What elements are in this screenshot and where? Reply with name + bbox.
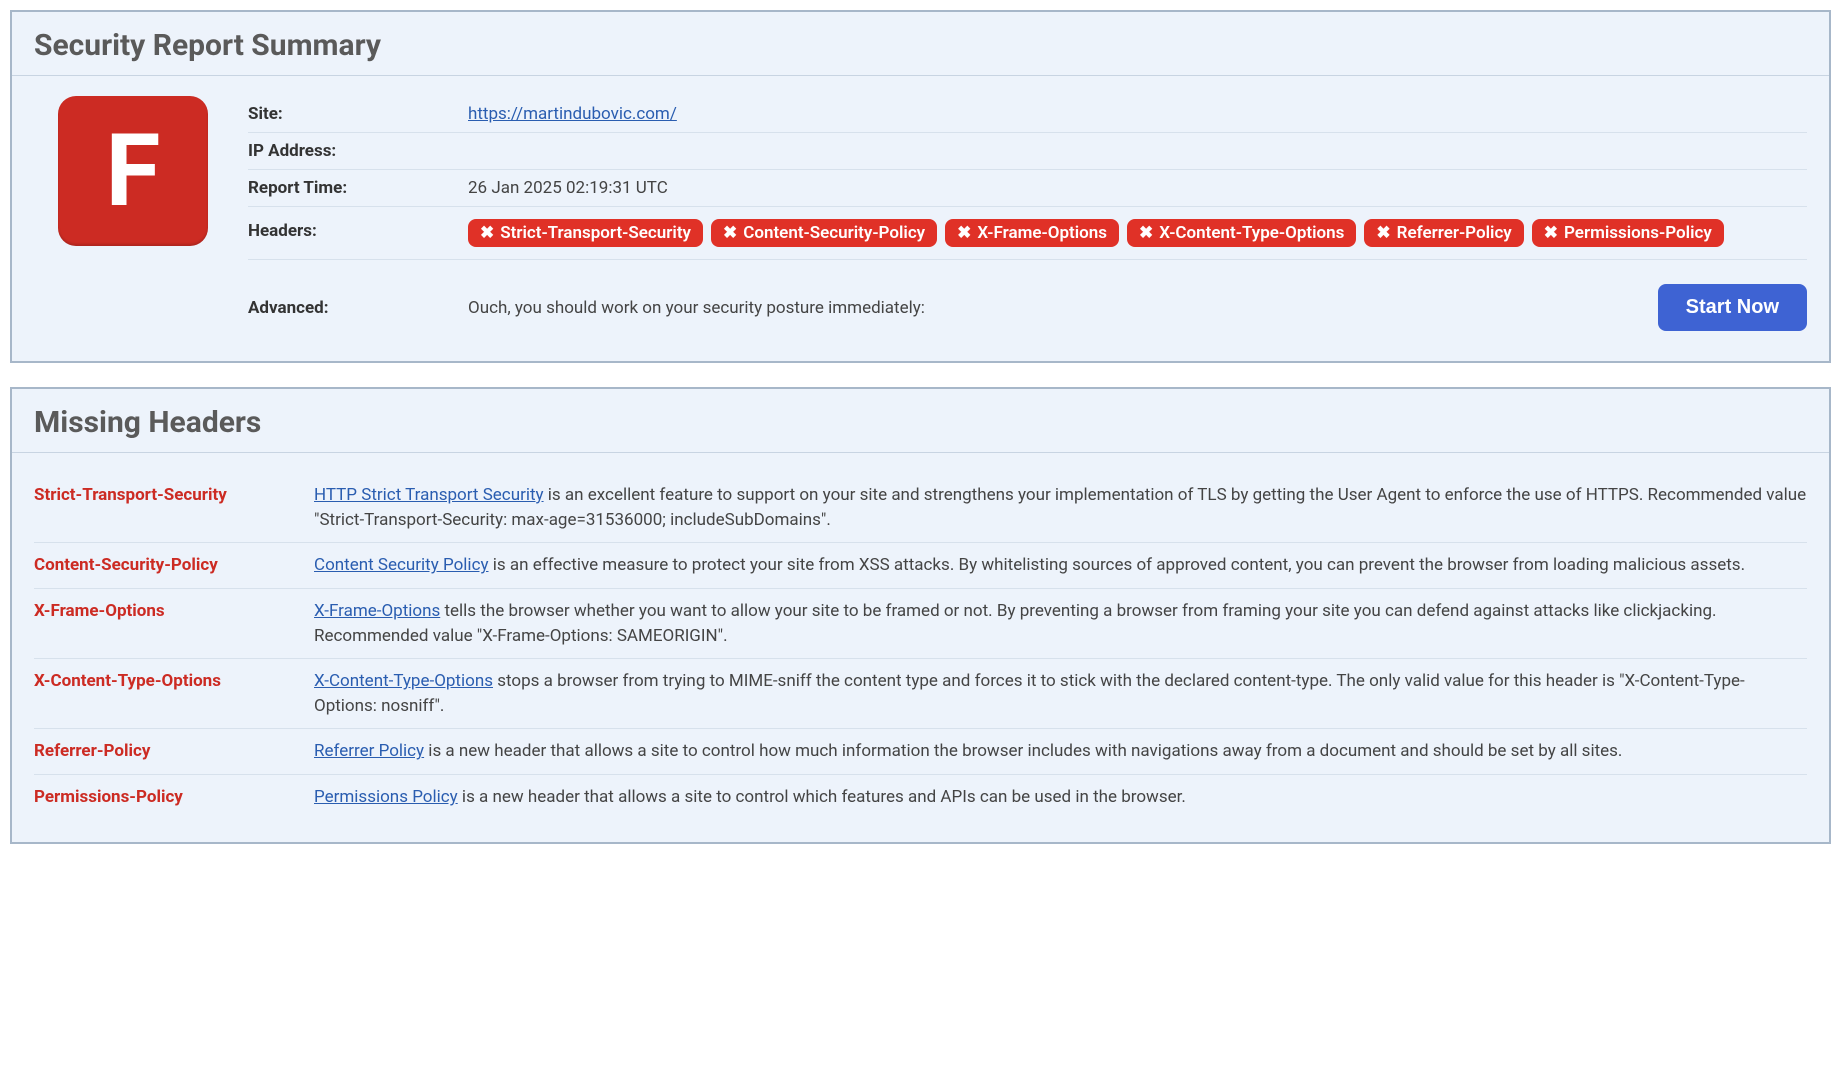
summary-row-advanced: Advanced: Ouch, you should work on your … bbox=[248, 260, 1807, 339]
report-time-label: Report Time: bbox=[248, 178, 468, 198]
summary-table: Site: https://martindubovic.com/ IP Addr… bbox=[248, 96, 1807, 339]
start-now-button[interactable]: Start Now bbox=[1658, 284, 1807, 331]
missing-header-link[interactable]: X-Content-Type-Options bbox=[314, 671, 493, 691]
header-pill[interactable]: ✖ X-Content-Type-Options bbox=[1127, 219, 1356, 247]
advanced-text: Ouch, you should work on your security p… bbox=[468, 298, 1658, 318]
missing-header-desc-text: is a new header that allows a site to co… bbox=[458, 787, 1186, 807]
header-pill-label: X-Frame-Options bbox=[977, 223, 1107, 243]
missing-header-row: Content-Security-PolicyContent Security … bbox=[34, 543, 1807, 589]
missing-header-row: Referrer-PolicyReferrer Policy is a new … bbox=[34, 729, 1807, 775]
x-icon: ✖ bbox=[1544, 223, 1558, 243]
missing-header-desc: Content Security Policy is an effective … bbox=[314, 553, 1807, 578]
summary-panel-header: Security Report Summary bbox=[12, 12, 1829, 75]
missing-header-desc: X-Frame-Options tells the browser whethe… bbox=[314, 599, 1807, 648]
missing-header-desc-text: is a new header that allows a site to co… bbox=[424, 741, 1622, 761]
x-icon: ✖ bbox=[1376, 223, 1390, 243]
missing-header-desc-text: is an effective measure to protect your … bbox=[489, 555, 1746, 575]
header-pill[interactable]: ✖ Strict-Transport-Security bbox=[468, 219, 703, 247]
header-pill[interactable]: ✖ Content-Security-Policy bbox=[711, 219, 937, 247]
missing-header-link[interactable]: Referrer Policy bbox=[314, 741, 424, 761]
ip-label: IP Address: bbox=[248, 141, 468, 161]
header-pill-label: Permissions-Policy bbox=[1564, 223, 1712, 243]
headers-label: Headers: bbox=[248, 215, 468, 241]
header-pill[interactable]: ✖ Referrer-Policy bbox=[1364, 219, 1523, 247]
missing-header-link[interactable]: X-Frame-Options bbox=[314, 601, 440, 621]
x-icon: ✖ bbox=[480, 223, 494, 243]
summary-row-site: Site: https://martindubovic.com/ bbox=[248, 96, 1807, 133]
missing-headers-panel: Missing Headers Strict-Transport-Securit… bbox=[10, 387, 1831, 844]
missing-header-desc: X-Content-Type-Options stops a browser f… bbox=[314, 669, 1807, 718]
missing-header-link[interactable]: Content Security Policy bbox=[314, 555, 489, 575]
missing-header-link[interactable]: Permissions Policy bbox=[314, 787, 458, 807]
missing-header-row: Permissions-PolicyPermissions Policy is … bbox=[34, 775, 1807, 820]
missing-header-name: X-Frame-Options bbox=[34, 599, 314, 648]
missing-header-desc: HTTP Strict Transport Security is an exc… bbox=[314, 483, 1807, 532]
missing-header-row: X-Frame-OptionsX-Frame-Options tells the… bbox=[34, 589, 1807, 659]
header-pill[interactable]: ✖ Permissions-Policy bbox=[1532, 219, 1724, 247]
header-pill-label: Strict-Transport-Security bbox=[500, 223, 691, 243]
header-pill[interactable]: ✖ X-Frame-Options bbox=[945, 219, 1119, 247]
summary-row-headers: Headers: ✖ Strict-Transport-Security ✖ Cont… bbox=[248, 207, 1807, 260]
missing-header-desc: Permissions Policy is a new header that … bbox=[314, 785, 1807, 810]
summary-panel: Security Report Summary F Site: https://… bbox=[10, 10, 1831, 363]
missing-header-name: X-Content-Type-Options bbox=[34, 669, 314, 718]
report-time-value: 26 Jan 2025 02:19:31 UTC bbox=[468, 178, 1807, 198]
grade-badge: F bbox=[58, 96, 208, 246]
missing-headers-title: Missing Headers bbox=[34, 405, 1807, 440]
site-link[interactable]: https://martindubovic.com/ bbox=[468, 104, 677, 124]
summary-row-report-time: Report Time: 26 Jan 2025 02:19:31 UTC bbox=[248, 170, 1807, 207]
header-pill-label: Content-Security-Policy bbox=[743, 223, 925, 243]
advanced-label: Advanced: bbox=[248, 298, 468, 318]
x-icon: ✖ bbox=[723, 223, 737, 243]
site-label: Site: bbox=[248, 104, 468, 124]
missing-headers-panel-header: Missing Headers bbox=[12, 389, 1829, 452]
missing-header-desc: Referrer Policy is a new header that all… bbox=[314, 739, 1807, 764]
header-pill-label: Referrer-Policy bbox=[1397, 223, 1512, 243]
missing-headers-table: Strict-Transport-SecurityHTTP Strict Tra… bbox=[34, 473, 1807, 820]
missing-header-row: X-Content-Type-OptionsX-Content-Type-Opt… bbox=[34, 659, 1807, 729]
header-pills-container: ✖ Strict-Transport-Security ✖ Content-Secur… bbox=[468, 215, 1807, 251]
header-pill-label: X-Content-Type-Options bbox=[1159, 223, 1344, 243]
summary-title: Security Report Summary bbox=[34, 28, 1807, 63]
missing-header-desc-text: tells the browser whether you want to al… bbox=[314, 601, 1717, 646]
site-value: https://martindubovic.com/ bbox=[468, 104, 1807, 124]
x-icon: ✖ bbox=[1139, 223, 1153, 243]
summary-row-ip: IP Address: bbox=[248, 133, 1807, 170]
missing-header-link[interactable]: HTTP Strict Transport Security bbox=[314, 485, 544, 505]
x-icon: ✖ bbox=[957, 223, 971, 243]
missing-header-name: Referrer-Policy bbox=[34, 739, 314, 764]
missing-header-name: Permissions-Policy bbox=[34, 785, 314, 810]
missing-headers-panel-body: Strict-Transport-SecurityHTTP Strict Tra… bbox=[12, 452, 1829, 842]
missing-header-name: Strict-Transport-Security bbox=[34, 483, 314, 532]
missing-header-row: Strict-Transport-SecurityHTTP Strict Tra… bbox=[34, 473, 1807, 543]
headers-value: ✖ Strict-Transport-Security ✖ Content-Secur… bbox=[468, 215, 1807, 251]
summary-panel-body: F Site: https://martindubovic.com/ IP Ad… bbox=[12, 75, 1829, 361]
missing-header-desc-text: stops a browser from trying to MIME-snif… bbox=[314, 671, 1745, 716]
missing-header-name: Content-Security-Policy bbox=[34, 553, 314, 578]
